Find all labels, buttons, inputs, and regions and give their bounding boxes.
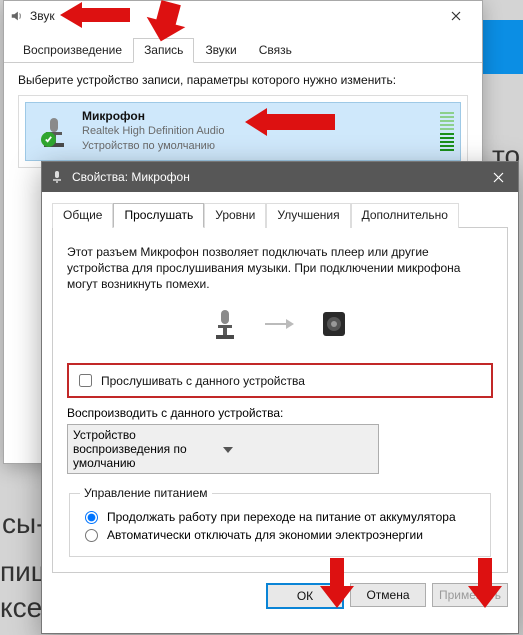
bg-text: ксе <box>0 592 42 624</box>
tab-enhancements[interactable]: Улучшения <box>266 203 350 228</box>
listen-highlight: Прослушивать с данного устройства <box>67 363 493 398</box>
tab-communications[interactable]: Связь <box>248 38 303 63</box>
sound-titlebar[interactable]: Звук <box>4 1 482 31</box>
arrow-right-icon <box>264 315 294 336</box>
device-default: Устройство по умолчанию <box>82 139 434 154</box>
microphone-icon <box>36 114 72 150</box>
device-illustration <box>67 308 493 343</box>
speaker-icon <box>10 9 24 23</box>
dialog-buttons: ОК Отмена Применить <box>42 583 518 619</box>
pm-auto-off-input[interactable] <box>85 529 98 542</box>
close-icon[interactable] <box>478 162 518 192</box>
mic-properties-window: Свойства: Микрофон Общие Прослушать Уров… <box>41 161 519 634</box>
check-icon <box>41 132 56 147</box>
props-tabs: Общие Прослушать Уровни Улучшения Дополн… <box>42 192 518 227</box>
cancel-button[interactable]: Отмена <box>350 583 426 607</box>
sound-title: Звук <box>30 9 436 23</box>
props-title: Свойства: Микрофон <box>72 170 478 184</box>
pm-continue-radio[interactable]: Продолжать работу при переходе на питани… <box>80 510 480 524</box>
listen-checkbox-input[interactable] <box>79 374 92 387</box>
speaker-illustration-icon <box>320 309 348 342</box>
power-management-group: Управление питанием Продолжать работу пр… <box>69 486 491 557</box>
playback-device-select[interactable]: Устройство воспроизведения по умолчанию <box>67 424 379 474</box>
tab-listen[interactable]: Прослушать <box>113 203 204 228</box>
chevron-down-icon <box>223 442 373 456</box>
device-list: Микрофон Realtek High Definition Audio У… <box>18 95 468 168</box>
device-microphone[interactable]: Микрофон Realtek High Definition Audio У… <box>25 102 461 161</box>
ok-button[interactable]: ОК <box>266 583 344 609</box>
listen-description: Этот разъем Микрофон позволяет подключат… <box>67 244 493 292</box>
pm-continue-input[interactable] <box>85 511 98 524</box>
hint-text: Выберите устройство записи, параметры ко… <box>18 73 468 87</box>
sound-tabs: Воспроизведение Запись Звуки Связь <box>4 31 482 63</box>
power-management-legend: Управление питанием <box>80 486 212 500</box>
device-name: Микрофон <box>82 109 434 124</box>
props-titlebar[interactable]: Свойства: Микрофон <box>42 162 518 192</box>
tab-advanced[interactable]: Дополнительно <box>351 203 459 228</box>
bg-text: сы- <box>2 508 45 540</box>
tab-recording[interactable]: Запись <box>133 38 194 63</box>
device-desc: Realtek High Definition Audio <box>82 124 434 139</box>
listen-checkbox[interactable]: Прослушивать с данного устройства <box>75 371 485 390</box>
listen-panel: Этот разъем Микрофон позволяет подключат… <box>52 227 508 573</box>
tab-general[interactable]: Общие <box>52 203 113 228</box>
tab-sounds[interactable]: Звуки <box>194 38 247 63</box>
microphone-icon <box>50 170 64 184</box>
listen-checkbox-label: Прослушивать с данного устройства <box>101 374 305 388</box>
tab-playback[interactable]: Воспроизведение <box>12 38 133 63</box>
tab-levels[interactable]: Уровни <box>204 203 266 228</box>
level-meter <box>440 112 454 152</box>
close-icon[interactable] <box>436 1 476 31</box>
playback-through-label: Воспроизводить с данного устройства: <box>67 406 493 420</box>
mic-illustration-icon <box>212 308 238 343</box>
pm-continue-label: Продолжать работу при переходе на питани… <box>107 510 456 524</box>
pm-auto-off-radio[interactable]: Автоматически отключать для экономии эле… <box>80 528 480 542</box>
pm-auto-off-label: Автоматически отключать для экономии эле… <box>107 528 423 542</box>
playback-device-value: Устройство воспроизведения по умолчанию <box>73 428 223 470</box>
apply-button[interactable]: Применить <box>432 583 508 607</box>
